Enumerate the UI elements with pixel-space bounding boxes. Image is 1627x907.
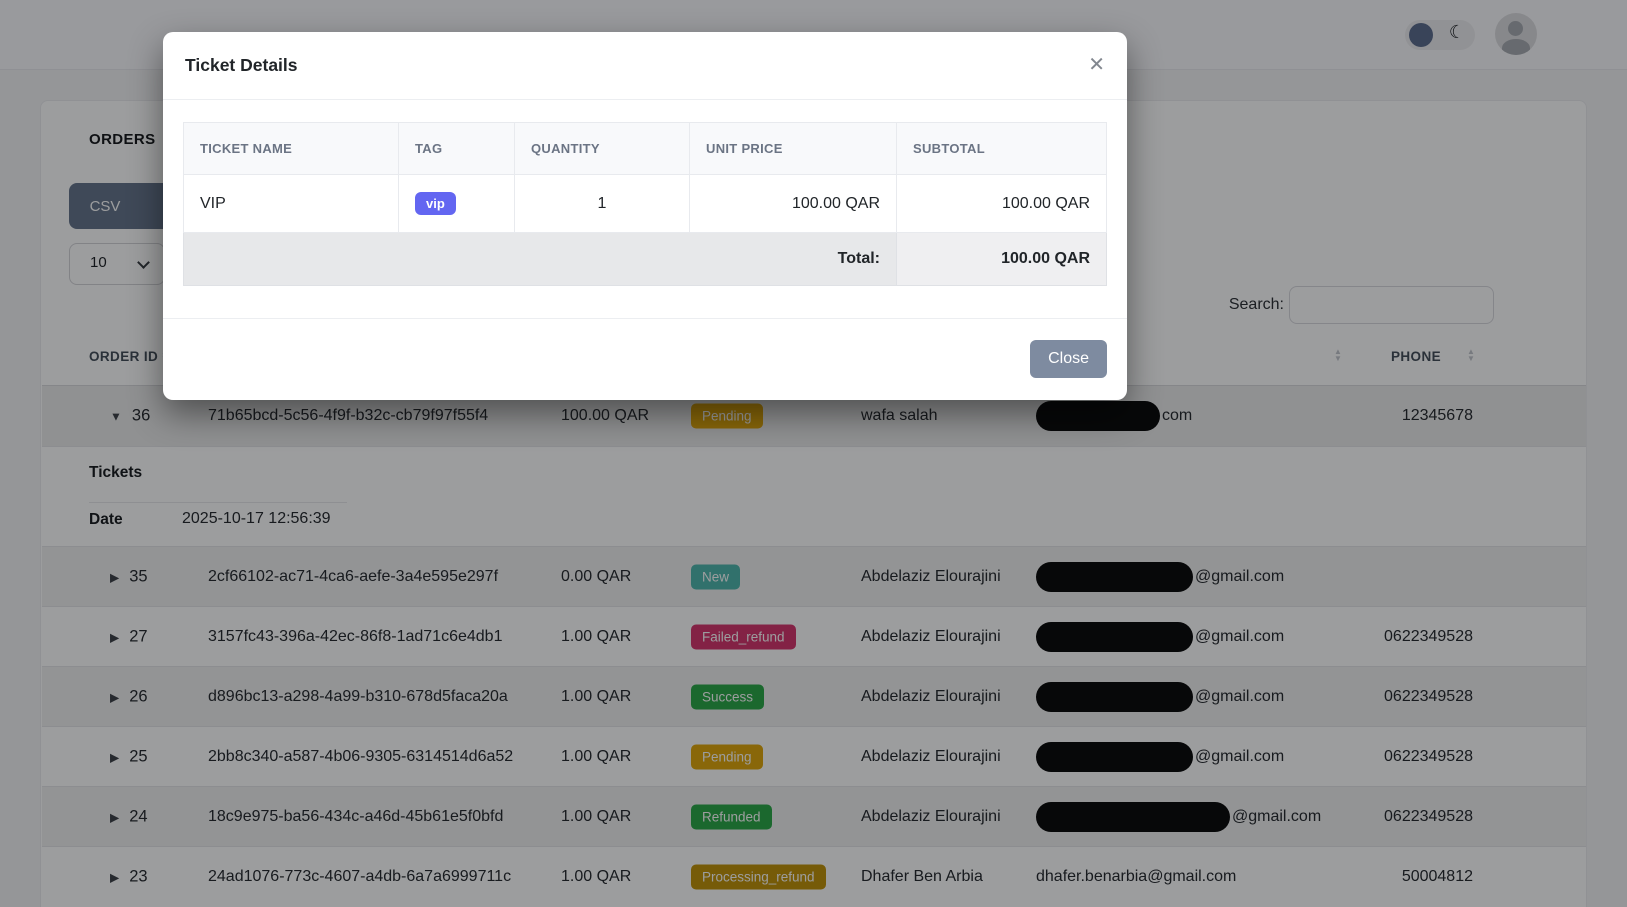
tag-header[interactable]: TAG	[399, 123, 515, 175]
page: ☾ ORDERS CSV Export 10 Search: ORDER ID …	[0, 0, 1627, 907]
ticket-name-header[interactable]: TICKET NAME	[184, 123, 399, 175]
ticket-row: VIP vip 1 100.00 QAR 100.00 QAR	[184, 175, 1107, 233]
ticket-tag-cell: vip	[399, 175, 515, 233]
modal-footer: Close	[163, 318, 1127, 400]
modal-title: Ticket Details	[185, 55, 298, 76]
subtotal-header[interactable]: SUBTOTAL	[897, 123, 1107, 175]
tag-badge: vip	[415, 192, 456, 215]
ticket-quantity: 1	[515, 175, 690, 233]
modal-header: Ticket Details ✕	[163, 32, 1127, 100]
ticket-table: TICKET NAME TAG QUANTITY UNIT PRICE SUBT…	[183, 122, 1107, 286]
total-row: Total: 100.00 QAR	[184, 233, 1107, 286]
ticket-name: VIP	[184, 175, 399, 233]
ticket-details-modal: Ticket Details ✕ TICKET NAME TAG QUANTIT…	[163, 32, 1127, 400]
unit-price-header[interactable]: UNIT PRICE	[690, 123, 897, 175]
ticket-subtotal: 100.00 QAR	[897, 175, 1107, 233]
close-icon[interactable]: ✕	[1088, 52, 1105, 77]
modal-body: TICKET NAME TAG QUANTITY UNIT PRICE SUBT…	[163, 100, 1127, 286]
close-button[interactable]: Close	[1030, 340, 1107, 378]
quantity-header[interactable]: QUANTITY	[515, 123, 690, 175]
ticket-unit-price: 100.00 QAR	[690, 175, 897, 233]
total-label: Total:	[184, 233, 897, 286]
total-value: 100.00 QAR	[897, 233, 1107, 286]
